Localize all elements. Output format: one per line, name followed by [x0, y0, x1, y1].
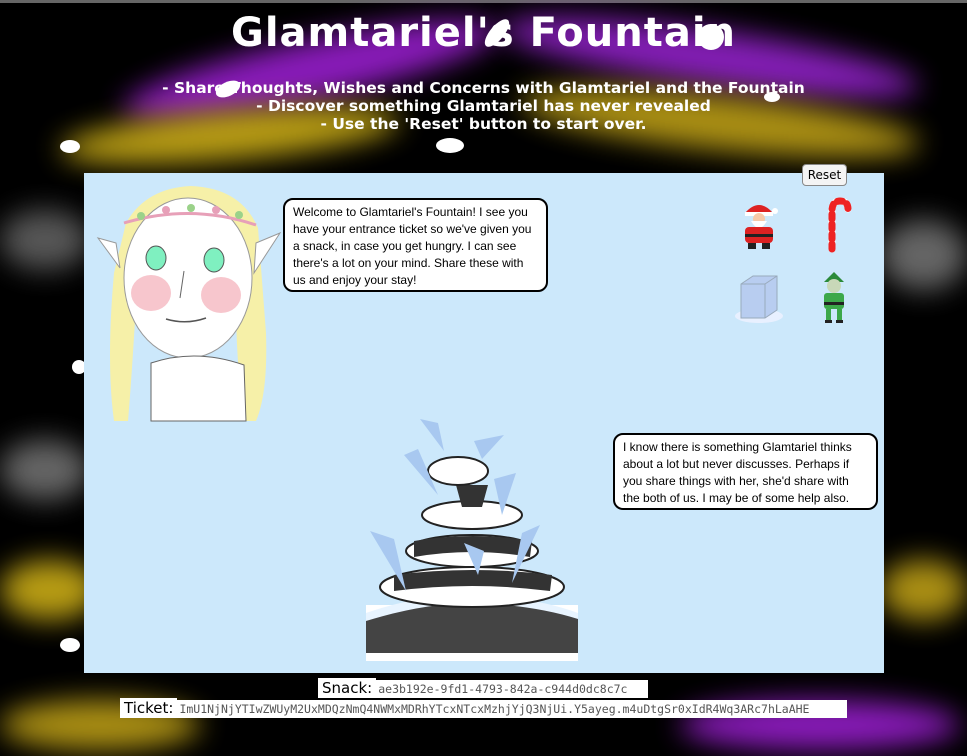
snack-row: Snack: — [318, 678, 649, 698]
ticket-field[interactable] — [177, 700, 848, 718]
fountain-speech-bubble: I know there is something Glamtariel thi… — [613, 433, 878, 510]
instructions: - Share Thoughts, Wishes and Concerns wi… — [0, 79, 967, 133]
fountain-image — [366, 419, 578, 661]
instruction-line: - Discover something Glamtariel has neve… — [256, 97, 711, 115]
instruction-line: - Use the 'Reset' button to start over. — [320, 115, 647, 133]
reset-button[interactable]: Reset — [802, 164, 847, 186]
candy-cane-icon[interactable] — [806, 197, 862, 253]
top-bar — [0, 0, 967, 3]
glamtariel-portrait — [96, 186, 282, 422]
ticket-row: Ticket: — [120, 698, 848, 718]
ice-cube-icon[interactable] — [731, 270, 787, 326]
santa-icon[interactable] — [731, 197, 787, 253]
glamtariel-speech-bubble: Welcome to Glamtariel's Fountain! I see … — [283, 198, 548, 292]
fountain-panel: Welcome to Glamtariel's Fountain! I see … — [84, 173, 884, 673]
snack-label: Snack: — [318, 678, 377, 698]
ticket-label: Ticket: — [120, 698, 178, 718]
snack-field[interactable] — [376, 680, 649, 698]
instruction-line: - Share Thoughts, Wishes and Concerns wi… — [162, 79, 805, 97]
elf-icon[interactable] — [806, 270, 862, 326]
page-title: Glamtariel's Fountain — [230, 10, 737, 56]
